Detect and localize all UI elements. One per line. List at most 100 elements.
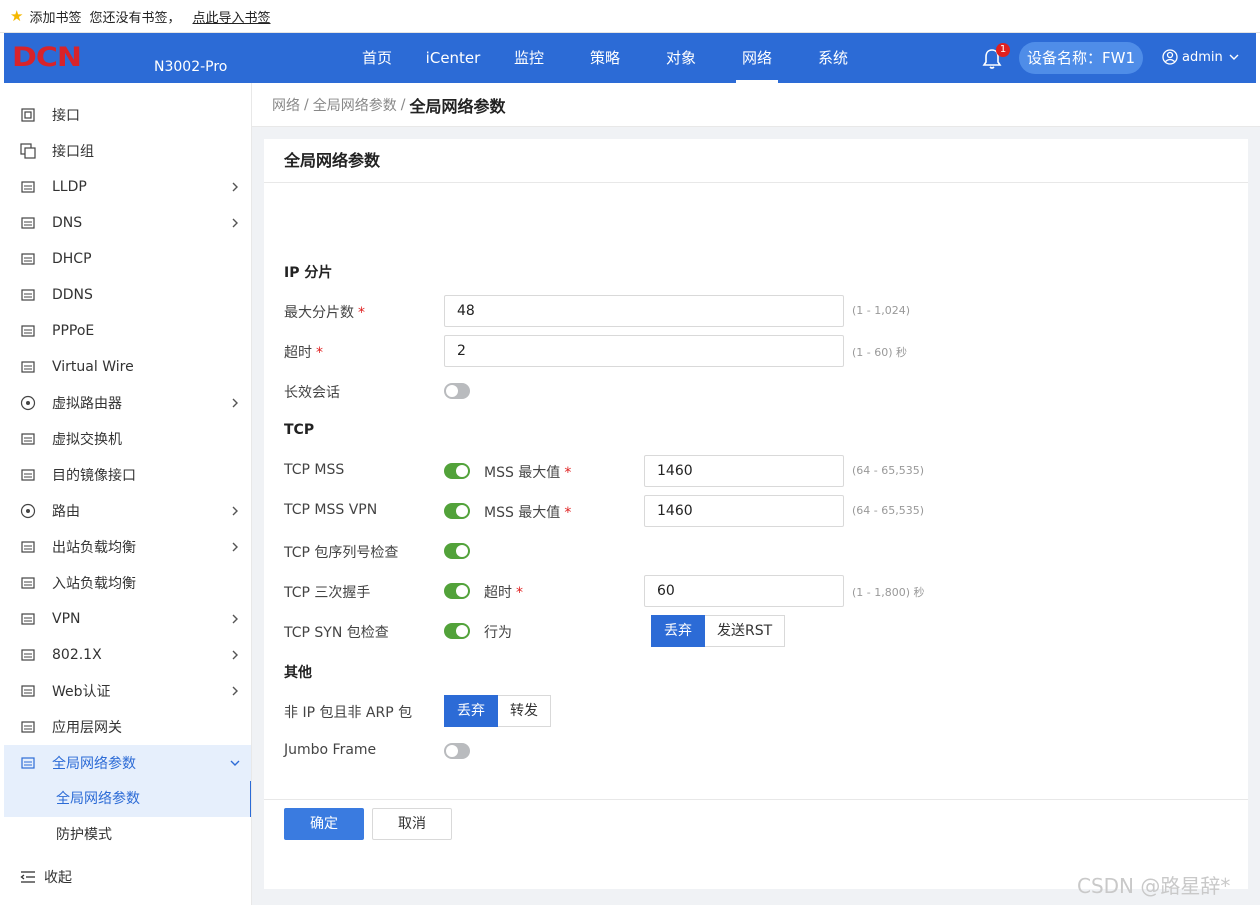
main-nav: 首页 iCenter 监控 策略 对象 网络 系统 xyxy=(339,33,871,83)
chevron-right-icon xyxy=(232,218,238,228)
handshake-timeout-hint: (1 - 1,800) 秒 xyxy=(852,586,925,599)
syn-action-drop[interactable]: 丢弃 xyxy=(651,615,705,647)
sidebar: 接口接口组 LLDP DNS DHCP DDNS PPPoE Virtual Wire 虚拟路… xyxy=(4,83,252,905)
nav-system[interactable]: 系统 xyxy=(795,33,871,83)
tcp-mss-vpn-hint: (64 - 65,535) xyxy=(852,504,925,517)
sidebar-item[interactable]: Web认证 xyxy=(4,673,251,709)
sidebar-item[interactable]: DDNS xyxy=(4,277,251,313)
route-icon xyxy=(20,503,36,519)
non-ip-label: 非 IP 包且非 ARP 包 xyxy=(284,705,413,721)
username: admin xyxy=(1182,49,1223,65)
sidebar-item[interactable]: 接口组 xyxy=(4,133,251,169)
sidebar-item[interactable]: DNS xyxy=(4,205,251,241)
tcp-syn-check-label: TCP SYN 包检查 xyxy=(284,625,389,641)
sidebar-item-label: 目的镜像接口 xyxy=(52,468,136,484)
chevron-right-icon xyxy=(232,398,238,408)
sidebar-item[interactable]: 虚拟路由器 xyxy=(4,385,251,421)
cancel-button[interactable]: 取消 xyxy=(372,808,452,840)
sidebar-item-label: DDNS xyxy=(52,287,93,303)
syn-action-send-rst[interactable]: 发送RST xyxy=(705,615,786,647)
tcp-seq-check-toggle[interactable] xyxy=(444,543,470,559)
dot1x-icon xyxy=(20,647,36,663)
mss-vpn-max-label: MSS 最大值 * xyxy=(484,505,572,521)
chevron-right-icon xyxy=(232,686,238,696)
jumbo-frame-toggle[interactable] xyxy=(444,743,470,759)
nav-objects[interactable]: 对象 xyxy=(643,33,719,83)
breadcrumb-network[interactable]: 网络 xyxy=(272,95,300,115)
tcp-mss-hint: (64 - 65,535) xyxy=(852,464,925,477)
tcp-mss-label: TCP MSS xyxy=(284,462,345,478)
sidebar-item[interactable]: 802.1X xyxy=(4,637,251,673)
nav-monitor[interactable]: 监控 xyxy=(491,33,567,83)
nav-icenter[interactable]: iCenter xyxy=(415,33,491,83)
sidebar-item[interactable]: PPPoE xyxy=(4,313,251,349)
sidebar-item-label: VPN xyxy=(52,611,81,627)
collapse-sidebar-button[interactable]: 收起 xyxy=(4,863,72,891)
nav-network[interactable]: 网络 xyxy=(719,33,795,83)
sidebar-item-label: DHCP xyxy=(52,251,92,267)
star-icon[interactable]: ★ xyxy=(10,7,23,25)
sidebar-item[interactable]: 出站负载均衡 xyxy=(4,529,251,565)
tcp-seq-check-label: TCP 包序列号检查 xyxy=(284,545,399,561)
footer-divider xyxy=(264,799,1248,800)
breadcrumb-current: 全局网络参数 xyxy=(409,96,506,116)
dcn-logo: DCN xyxy=(12,41,82,74)
device-name-pill[interactable]: 设备名称：FW1 xyxy=(1019,42,1143,74)
virtual-wire-icon xyxy=(20,359,36,375)
sidebar-item-label: 接口 xyxy=(52,108,80,124)
pppoe-icon xyxy=(20,323,36,339)
sidebar-subitem[interactable]: 全局网络参数 xyxy=(4,781,251,817)
settings-card: 全局网络参数 IP 分片 最大分片数* (1 - 1,024) 超时* (1 -… xyxy=(264,139,1248,889)
breadcrumb: 网络 / 全局网络参数 / 全局网络参数 xyxy=(252,83,1260,127)
sidebar-item[interactable]: DHCP xyxy=(4,241,251,277)
interface-icon xyxy=(20,107,36,123)
other-section-title: 其他 xyxy=(284,665,312,681)
lldp-icon xyxy=(20,179,36,195)
non-ip-action-forward[interactable]: 转发 xyxy=(498,695,551,727)
tcp-mss-toggle[interactable] xyxy=(444,463,470,479)
nav-policy[interactable]: 策略 xyxy=(567,33,643,83)
chevron-right-icon xyxy=(232,182,238,192)
timeout-input[interactable] xyxy=(444,335,844,367)
user-menu[interactable]: admin xyxy=(1162,49,1243,65)
non-ip-action-segmented: 丢弃 转发 xyxy=(444,695,551,727)
sidebar-item[interactable]: 全局网络参数 xyxy=(4,745,251,781)
breadcrumb-separator: / xyxy=(304,96,309,113)
add-bookmark-label[interactable]: 添加书签 xyxy=(29,7,81,26)
sidebar-item[interactable]: VPN xyxy=(4,601,251,637)
sidebar-subitem[interactable]: 防护模式 xyxy=(4,817,251,853)
tcp-mss-vpn-input[interactable] xyxy=(644,495,844,527)
sidebar-item-label: Web认证 xyxy=(52,684,111,700)
tcp-mss-input[interactable] xyxy=(644,455,844,487)
sidebar-item-label: 应用层网关 xyxy=(52,720,122,736)
chevron-down-icon xyxy=(230,760,240,766)
tcp-syn-check-toggle[interactable] xyxy=(444,623,470,639)
tcp-mss-vpn-toggle[interactable] xyxy=(444,503,470,519)
interface-group-icon xyxy=(20,143,36,159)
outbound-lb-icon xyxy=(20,539,36,555)
breadcrumb-global-params[interactable]: 全局网络参数 xyxy=(313,95,397,115)
max-fragments-input[interactable] xyxy=(444,295,844,327)
sidebar-item[interactable]: 接口 xyxy=(4,97,251,133)
card-title: 全局网络参数 xyxy=(264,139,1248,183)
sidebar-item-label: 802.1X xyxy=(52,647,102,663)
sidebar-item[interactable]: LLDP xyxy=(4,169,251,205)
sidebar-item[interactable]: 虚拟交换机 xyxy=(4,421,251,457)
sidebar-item-label: 虚拟交换机 xyxy=(52,432,122,448)
import-bookmarks-link[interactable]: 点此导入书签 xyxy=(192,7,270,26)
ok-button[interactable]: 确定 xyxy=(284,808,364,840)
sidebar-item[interactable]: 入站负载均衡 xyxy=(4,565,251,601)
long-session-toggle[interactable] xyxy=(444,383,470,399)
sidebar-item-label: DNS xyxy=(52,215,83,231)
nav-home[interactable]: 首页 xyxy=(339,33,415,83)
handshake-timeout-input[interactable] xyxy=(644,575,844,607)
tcp-handshake-toggle[interactable] xyxy=(444,583,470,599)
collapse-label: 收起 xyxy=(44,870,72,886)
alg-icon xyxy=(20,719,36,735)
sidebar-item[interactable]: 应用层网关 xyxy=(4,709,251,745)
virtual-router-icon xyxy=(20,395,36,411)
non-ip-action-drop[interactable]: 丢弃 xyxy=(444,695,498,727)
sidebar-item[interactable]: 路由 xyxy=(4,493,251,529)
sidebar-item[interactable]: 目的镜像接口 xyxy=(4,457,251,493)
sidebar-item[interactable]: Virtual Wire xyxy=(4,349,251,385)
